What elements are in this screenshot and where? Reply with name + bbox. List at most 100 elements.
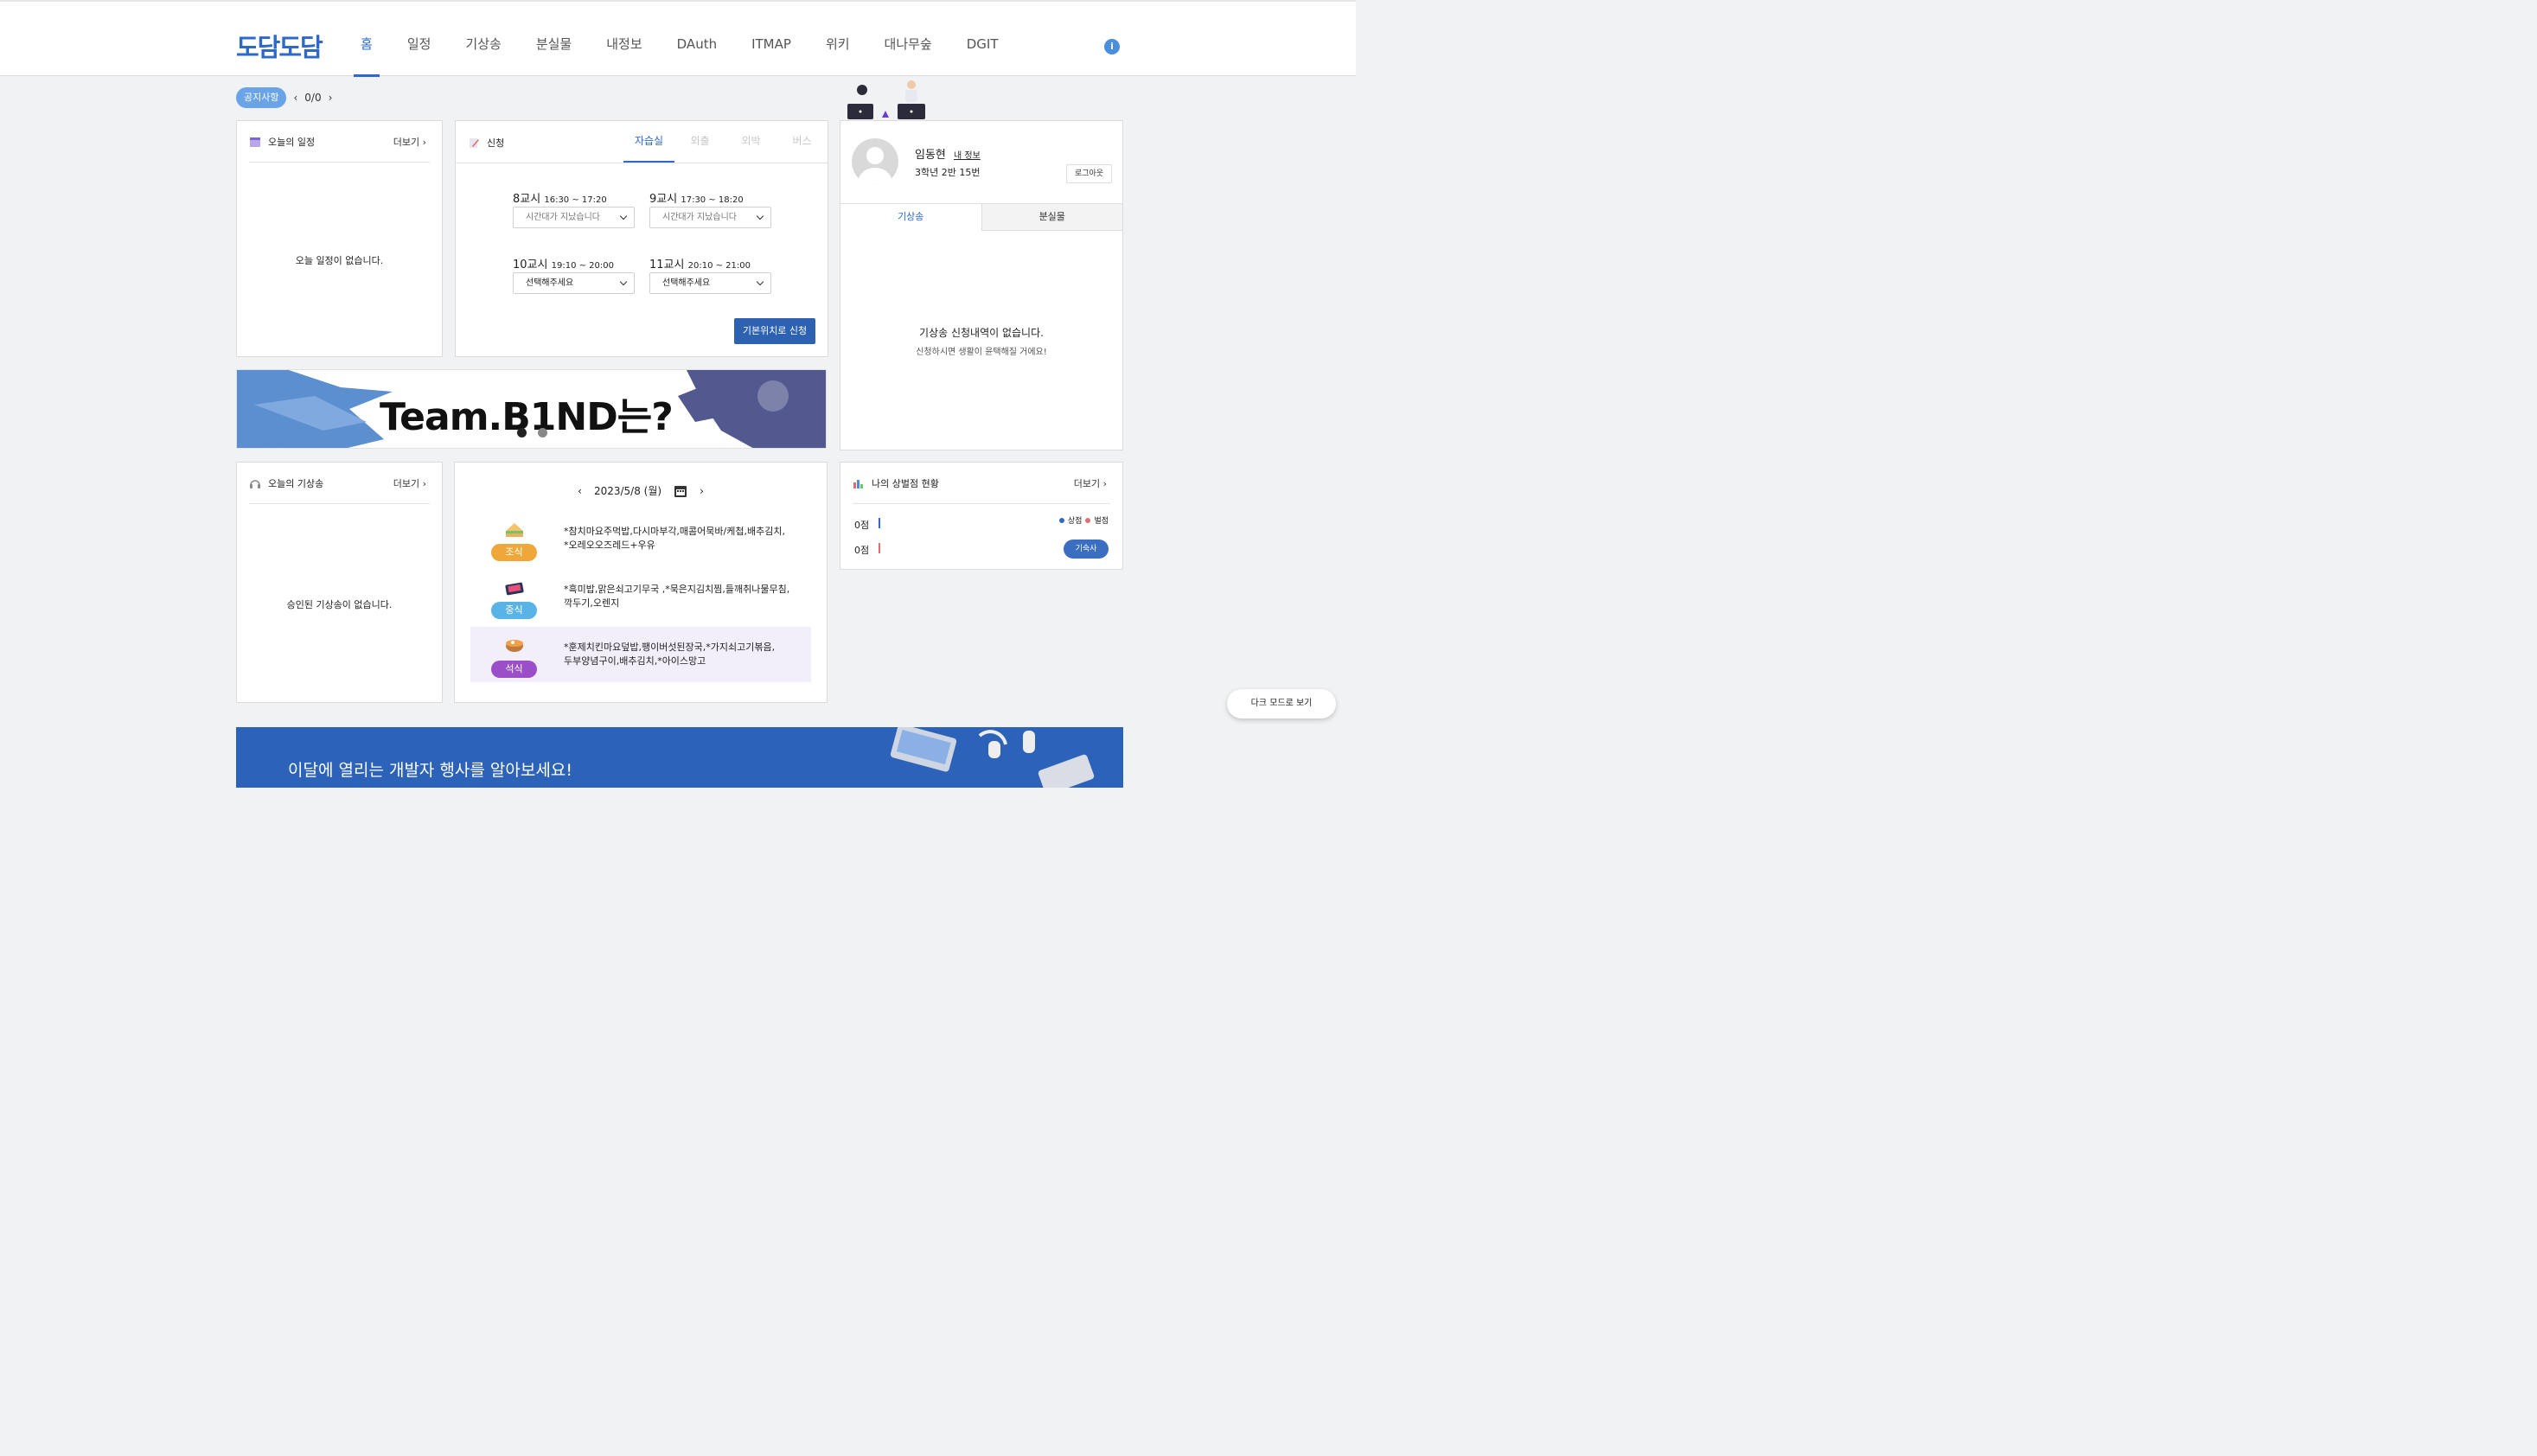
dormitory-button[interactable]: 기숙사 — [1064, 540, 1109, 559]
profile-name: 임동현 — [915, 149, 946, 162]
apply-tabs: 자습실 외출 외박 버스 — [623, 121, 828, 163]
curry-bowl-icon — [506, 640, 523, 652]
period-11-label: 11교시 — [649, 259, 685, 271]
nav-bamboo[interactable]: 대나무숲 — [867, 2, 949, 76]
avatar — [852, 138, 898, 185]
laptop-headphones-graphic — [890, 727, 1095, 788]
wakeup-title: 오늘의 기상송 — [268, 477, 324, 489]
logo[interactable]: 도담도담 — [236, 28, 323, 64]
meal-dinner: 석식 *훈제치킨마요덮밥,팽이버섯된장국,*가지쇠고기볶음, 두부양념구이,배추… — [470, 627, 811, 682]
schedule-card: 오늘의 일정 더보기 › 오늘 일정이 없습니다. — [236, 120, 443, 357]
top-header: 도담도담 홈 일정 기상송 분실물 내정보 DAuth ITMAP 위키 대나무… — [0, 0, 1356, 77]
period-10: 10교시 19:10 ~ 20:00 선택해주세요 — [513, 255, 635, 294]
nav-wakeup-song[interactable]: 기상송 — [448, 2, 518, 76]
pencil-icon — [470, 138, 479, 148]
period-8-label: 8교시 — [513, 193, 541, 206]
dinner-badge: 석식 — [491, 661, 537, 678]
nav-dauth[interactable]: DAuth — [660, 2, 734, 76]
meal-prev-icon[interactable]: ‹ — [578, 485, 582, 497]
period-10-time: 19:10 ~ 20:00 — [551, 261, 614, 271]
sandwich-icon — [506, 523, 523, 537]
points-card: 나의 상벌점 현황 더보기 › 상점 벌점 0점 0점 기숙사 — [840, 462, 1123, 570]
lunch-badge: 중식 — [491, 602, 537, 619]
nav-itmap[interactable]: ITMAP — [734, 2, 808, 76]
headphones-icon — [250, 479, 260, 489]
demerit-bar — [879, 543, 880, 553]
breakfast-badge: 조식 — [491, 544, 537, 561]
dev-events-banner[interactable]: 이달에 열리는 개발자 행사를 알아보세요! — [236, 727, 1123, 788]
bar-chart-icon — [853, 479, 863, 489]
period-10-label: 10교시 — [513, 259, 548, 271]
meal-next-icon[interactable]: › — [700, 485, 704, 497]
my-info-link[interactable]: 내 정보 — [954, 148, 981, 161]
demerit-value: 0점 — [854, 545, 870, 556]
nav-wiki[interactable]: 위키 — [808, 2, 867, 76]
breakfast-menu: *참치마요주먹밥,다시마부각,매콤어묵바/케첩,배추김치, *오레오오즈레드+우… — [564, 526, 785, 551]
merit-legend-label: 상점 — [1067, 517, 1083, 526]
dev-events-text: 이달에 열리는 개발자 행사를 알아보세요! — [288, 761, 572, 780]
points-more-link[interactable]: 더보기 › — [1074, 476, 1107, 490]
banner-dot-1[interactable] — [517, 428, 527, 437]
period-9-select[interactable]: 시간대가 지났습니다 — [649, 207, 771, 228]
notice-count: 0/0 — [304, 92, 322, 104]
tab-profile-lost[interactable]: 분실물 — [981, 204, 1122, 231]
tab-overnight[interactable]: 외박 — [725, 121, 776, 163]
merit-legend-dot — [1058, 517, 1064, 523]
period-10-select[interactable]: 선택해주세요 — [513, 272, 635, 294]
meal-lunch: 중식 *흑미밥,맑은쇠고기무국 ,*묵은지김치찜,들깨취나물무침, 깍두기,오렌… — [470, 575, 811, 630]
period-9-label: 9교시 — [649, 193, 678, 206]
people-laptop-illustration — [847, 80, 925, 119]
schedule-empty-text: 오늘 일정이 없습니다. — [295, 255, 384, 266]
profile-empty-title: 기상송 신청내역이 없습니다. — [919, 327, 1044, 339]
wakeup-empty-text: 승인된 기상송이 없습니다. — [286, 599, 393, 610]
tab-study-room[interactable]: 자습실 — [623, 121, 674, 163]
merit-value: 0점 — [854, 520, 870, 531]
meal-date: 2023/5/8 (월) — [593, 485, 662, 497]
meal-breakfast: 조식 *참치마요주먹밥,다시마부각,매콤어묵바/케첩,배추김치, *오레오오즈레… — [470, 517, 811, 572]
period-11: 11교시 20:10 ~ 21:00 선택해주세요 — [649, 255, 771, 294]
notice-prev-icon[interactable]: ‹ — [293, 92, 297, 104]
main-nav: 홈 일정 기상송 분실물 내정보 DAuth ITMAP 위키 대나무숲 DGI… — [343, 2, 1016, 77]
lunch-menu: *흑미밥,맑은쇠고기무국 ,*묵은지김치찜,들깨취나물무침, 깍두기,오렌지 — [564, 584, 790, 609]
nav-home[interactable]: 홈 — [343, 2, 390, 77]
profile-card: 임동현 내 정보 3학년 2반 15번 로그아웃 기상송 분실물 기상송 신청내… — [840, 120, 1123, 450]
period-9: 9교시 17:30 ~ 18:20 시간대가 지났습니다 — [649, 189, 771, 228]
profile-class: 3학년 2반 15번 — [915, 167, 981, 178]
merit-bar — [879, 518, 880, 528]
apply-title: 신청 — [487, 137, 505, 149]
wakeup-song-card: 오늘의 기상송 더보기 › 승인된 기상송이 없습니다. — [236, 462, 443, 703]
nav-schedule[interactable]: 일정 — [390, 2, 449, 76]
period-11-time: 20:10 ~ 21:00 — [687, 261, 751, 271]
notice-next-icon[interactable]: › — [329, 92, 333, 104]
nav-my-info[interactable]: 내정보 — [589, 2, 659, 76]
period-8: 8교시 16:30 ~ 17:20 시간대가 지났습니다 — [513, 189, 635, 228]
demerit-legend-dot — [1085, 517, 1091, 523]
nav-lost-found[interactable]: 분실물 — [519, 2, 589, 76]
logout-button[interactable]: 로그아웃 — [1066, 164, 1112, 183]
period-8-time: 16:30 ~ 17:20 — [544, 195, 607, 205]
apply-default-button[interactable]: 기본위치로 신청 — [734, 318, 815, 344]
dark-mode-button[interactable]: 다크 모드로 보기 — [1227, 689, 1336, 718]
bento-icon — [505, 582, 524, 596]
profile-empty-sub: 신청하시면 생활이 윤택해질 거에요! — [916, 348, 1047, 357]
calendar-icon — [250, 137, 260, 147]
notice-bar: 공지사항 ‹ 0/0 › — [236, 87, 332, 108]
period-8-select[interactable]: 시간대가 지났습니다 — [513, 207, 635, 228]
tab-outing[interactable]: 외출 — [674, 121, 725, 163]
calendar-icon[interactable] — [674, 484, 687, 498]
nav-dgit[interactable]: DGIT — [949, 2, 1016, 76]
points-title: 나의 상벌점 현황 — [872, 477, 939, 489]
team-bind-banner[interactable]: Team.B1ND는? — [236, 369, 827, 449]
dinner-menu: *훈제치킨마요덮밥,팽이버섯된장국,*가지쇠고기볶음, 두부양념구이,배추김치,… — [564, 642, 776, 667]
demerit-legend-label: 벌점 — [1094, 517, 1109, 526]
notice-badge[interactable]: 공지사항 — [236, 87, 287, 108]
wakeup-more-link[interactable]: 더보기 › — [393, 476, 426, 490]
schedule-more-link[interactable]: 더보기 › — [393, 135, 426, 149]
tab-profile-wakeup[interactable]: 기상송 — [840, 204, 981, 231]
profile-tabs: 기상송 분실물 — [840, 203, 1122, 231]
schedule-title: 오늘의 일정 — [268, 136, 316, 148]
tab-bus[interactable]: 버스 — [776, 121, 828, 163]
banner-dot-2[interactable] — [538, 428, 547, 437]
period-11-select[interactable]: 선택해주세요 — [649, 272, 771, 294]
info-icon[interactable]: i — [1104, 39, 1120, 54]
